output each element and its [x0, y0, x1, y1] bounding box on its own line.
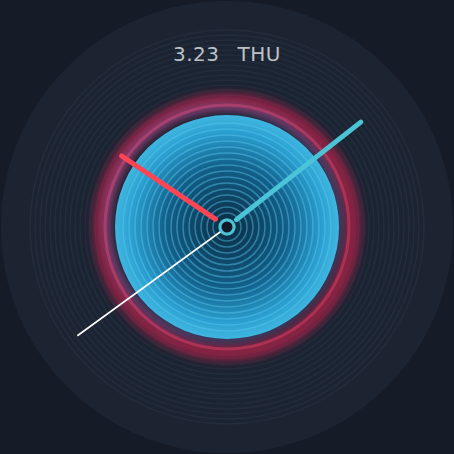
weekday: THU	[238, 42, 281, 66]
watch-face: 3.23 THU	[0, 0, 454, 454]
second-hand	[77, 227, 227, 336]
center-cap	[220, 220, 234, 234]
hour-hand	[122, 156, 216, 219]
date: 3.23 THU	[0, 42, 454, 66]
center-disc	[115, 115, 339, 339]
dial	[0, 0, 454, 454]
minute-hand	[236, 122, 360, 219]
day-of-month: 3.23	[173, 42, 220, 66]
